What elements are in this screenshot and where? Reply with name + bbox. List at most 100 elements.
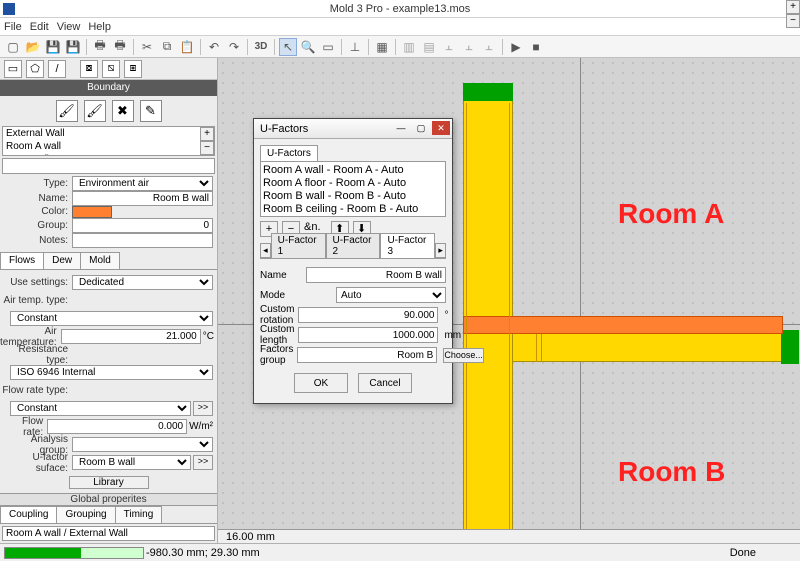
- print-preview-icon[interactable]: 🖶: [111, 38, 129, 56]
- dlg-name-input[interactable]: [306, 267, 446, 283]
- stop-icon[interactable]: ■: [527, 38, 545, 56]
- ufactor-surface-more[interactable]: >>: [193, 455, 213, 470]
- menu-file[interactable]: File: [4, 21, 22, 33]
- list-remove-icon[interactable]: −: [200, 141, 214, 155]
- brush-add-icon[interactable]: 🖌: [56, 100, 78, 122]
- dialog-titlebar[interactable]: U-Factors — ▢ ✕: [254, 119, 452, 139]
- redo-icon[interactable]: ↷: [225, 38, 243, 56]
- resistance-type-select[interactable]: ISO 6946 Internal: [10, 365, 213, 380]
- zoom-icon[interactable]: 🔍: [299, 38, 317, 56]
- notes-input[interactable]: [72, 233, 213, 248]
- type-select[interactable]: Environment air: [72, 176, 213, 191]
- mesh-icon[interactable]: ▦: [373, 38, 391, 56]
- maximize-icon[interactable]: ▢: [412, 121, 430, 135]
- chart3-icon[interactable]: ⫠: [480, 38, 498, 56]
- ok-button[interactable]: OK: [294, 373, 348, 393]
- ufactor-surface-select[interactable]: Room B wall: [72, 455, 191, 470]
- list-item[interactable]: Room B ceiling - Room B - Auto: [263, 203, 443, 216]
- dialog-list[interactable]: Room A wall - Room A - Auto Room A floor…: [260, 161, 446, 217]
- pan-icon[interactable]: ▭: [319, 38, 337, 56]
- cap-top[interactable]: [463, 83, 513, 101]
- group-input[interactable]: [72, 218, 213, 233]
- save-as-icon[interactable]: 💾: [64, 38, 82, 56]
- inner-line: [466, 103, 467, 543]
- rect-tool-icon[interactable]: ▭: [4, 60, 22, 78]
- analysis-group-select[interactable]: [72, 437, 213, 452]
- list-item[interactable]: Room B wall - Room B - Auto: [263, 190, 443, 203]
- tab-mold[interactable]: Mold: [80, 252, 120, 269]
- chart1-icon[interactable]: ⫠: [440, 38, 458, 56]
- subtract-icon[interactable]: ⧅: [102, 60, 120, 78]
- floor-band[interactable]: [463, 316, 783, 334]
- new-icon[interactable]: ▢: [4, 38, 22, 56]
- list-item[interactable]: Room A wall: [3, 140, 214, 153]
- dlg-rotation-input[interactable]: [298, 307, 438, 323]
- list-item[interactable]: Room A floor: [3, 153, 214, 156]
- list-item[interactable]: External Wall: [3, 127, 214, 140]
- coupling-item[interactable]: Room A wall / External Wall: [3, 527, 214, 540]
- air-temp-type-select[interactable]: Constant: [10, 311, 213, 326]
- wall-horizontal[interactable]: [512, 332, 782, 362]
- sublist-box[interactable]: + −: [2, 158, 215, 174]
- result2-icon[interactable]: ▤: [420, 38, 438, 56]
- tab-timing[interactable]: Timing: [115, 506, 163, 523]
- choose-button[interactable]: Choose...: [443, 348, 484, 363]
- brush-remove-icon[interactable]: 🖌: [84, 100, 106, 122]
- run-icon[interactable]: ▶: [507, 38, 525, 56]
- brush-delete-icon[interactable]: ✖: [112, 100, 134, 122]
- subtab-prev-icon[interactable]: ◂: [260, 243, 271, 258]
- use-settings-select[interactable]: Dedicated: [72, 275, 213, 290]
- flow-rate-input[interactable]: [47, 419, 187, 434]
- menu-view[interactable]: View: [57, 21, 81, 33]
- flow-rate-type-more[interactable]: >>: [193, 401, 213, 416]
- subtab-2[interactable]: U-Factor 2: [326, 233, 381, 258]
- pointer-icon[interactable]: ↖: [279, 38, 297, 56]
- menu-help[interactable]: Help: [88, 21, 111, 33]
- air-temp-unit: °C: [201, 331, 214, 342]
- dlg-mode-select[interactable]: Auto: [336, 287, 446, 303]
- tab-coupling[interactable]: Coupling: [0, 506, 57, 523]
- list-item[interactable]: Room A floor - Room A - Auto: [263, 177, 443, 190]
- measure-icon[interactable]: ⊥: [346, 38, 364, 56]
- color-swatch[interactable]: [72, 206, 112, 218]
- 3d-toggle[interactable]: 3D: [252, 38, 270, 56]
- undo-icon[interactable]: ↶: [205, 38, 223, 56]
- dlg-length-input[interactable]: [298, 327, 438, 343]
- intersect-icon[interactable]: ⧆: [124, 60, 142, 78]
- dialog-tab-ufactors[interactable]: U-Factors: [260, 145, 318, 161]
- cap-right[interactable]: [781, 330, 799, 364]
- air-temperature-input[interactable]: [61, 329, 201, 344]
- tab-dew[interactable]: Dew: [43, 252, 81, 269]
- tab-grouping[interactable]: Grouping: [56, 506, 115, 523]
- list-add-icon[interactable]: +: [200, 127, 214, 141]
- subtab-1[interactable]: U-Factor 1: [271, 233, 326, 258]
- poly-tool-icon[interactable]: ⬠: [26, 60, 44, 78]
- paste-icon[interactable]: 📋: [178, 38, 196, 56]
- picker-icon[interactable]: ✎: [140, 100, 162, 122]
- cut-icon[interactable]: ✂: [138, 38, 156, 56]
- subtab-3[interactable]: U-Factor 3: [380, 233, 435, 258]
- cancel-button[interactable]: Cancel: [358, 373, 412, 393]
- coupling-list[interactable]: Room A wall / External Wall + −: [2, 526, 215, 541]
- close-icon[interactable]: ✕: [432, 121, 450, 135]
- copy-icon[interactable]: ⧉: [158, 38, 176, 56]
- chart2-icon[interactable]: ⫠: [460, 38, 478, 56]
- dlg-rotation-label: Custom rotation: [260, 304, 294, 326]
- dlg-factors-group-input[interactable]: [297, 347, 437, 363]
- tab-flows[interactable]: Flows: [0, 252, 44, 269]
- dlg-name-label: Name: [260, 270, 302, 281]
- save-icon[interactable]: 💾: [44, 38, 62, 56]
- union-icon[interactable]: ⧇: [80, 60, 98, 78]
- result1-icon[interactable]: ▥: [400, 38, 418, 56]
- subtab-next-icon[interactable]: ▸: [435, 243, 446, 258]
- menu-edit[interactable]: Edit: [30, 21, 49, 33]
- name-input[interactable]: [72, 191, 213, 206]
- library-button[interactable]: Library: [69, 476, 149, 489]
- line-tool-icon[interactable]: /: [48, 60, 66, 78]
- open-icon[interactable]: 📂: [24, 38, 42, 56]
- list-item[interactable]: Room A wall - Room A - Auto: [263, 164, 443, 177]
- print-icon[interactable]: 🖶: [91, 38, 109, 56]
- boundary-list[interactable]: External Wall Room A wall Room A floor R…: [2, 126, 215, 156]
- flow-rate-type-select[interactable]: Constant: [10, 401, 191, 416]
- minimize-icon[interactable]: —: [392, 121, 410, 135]
